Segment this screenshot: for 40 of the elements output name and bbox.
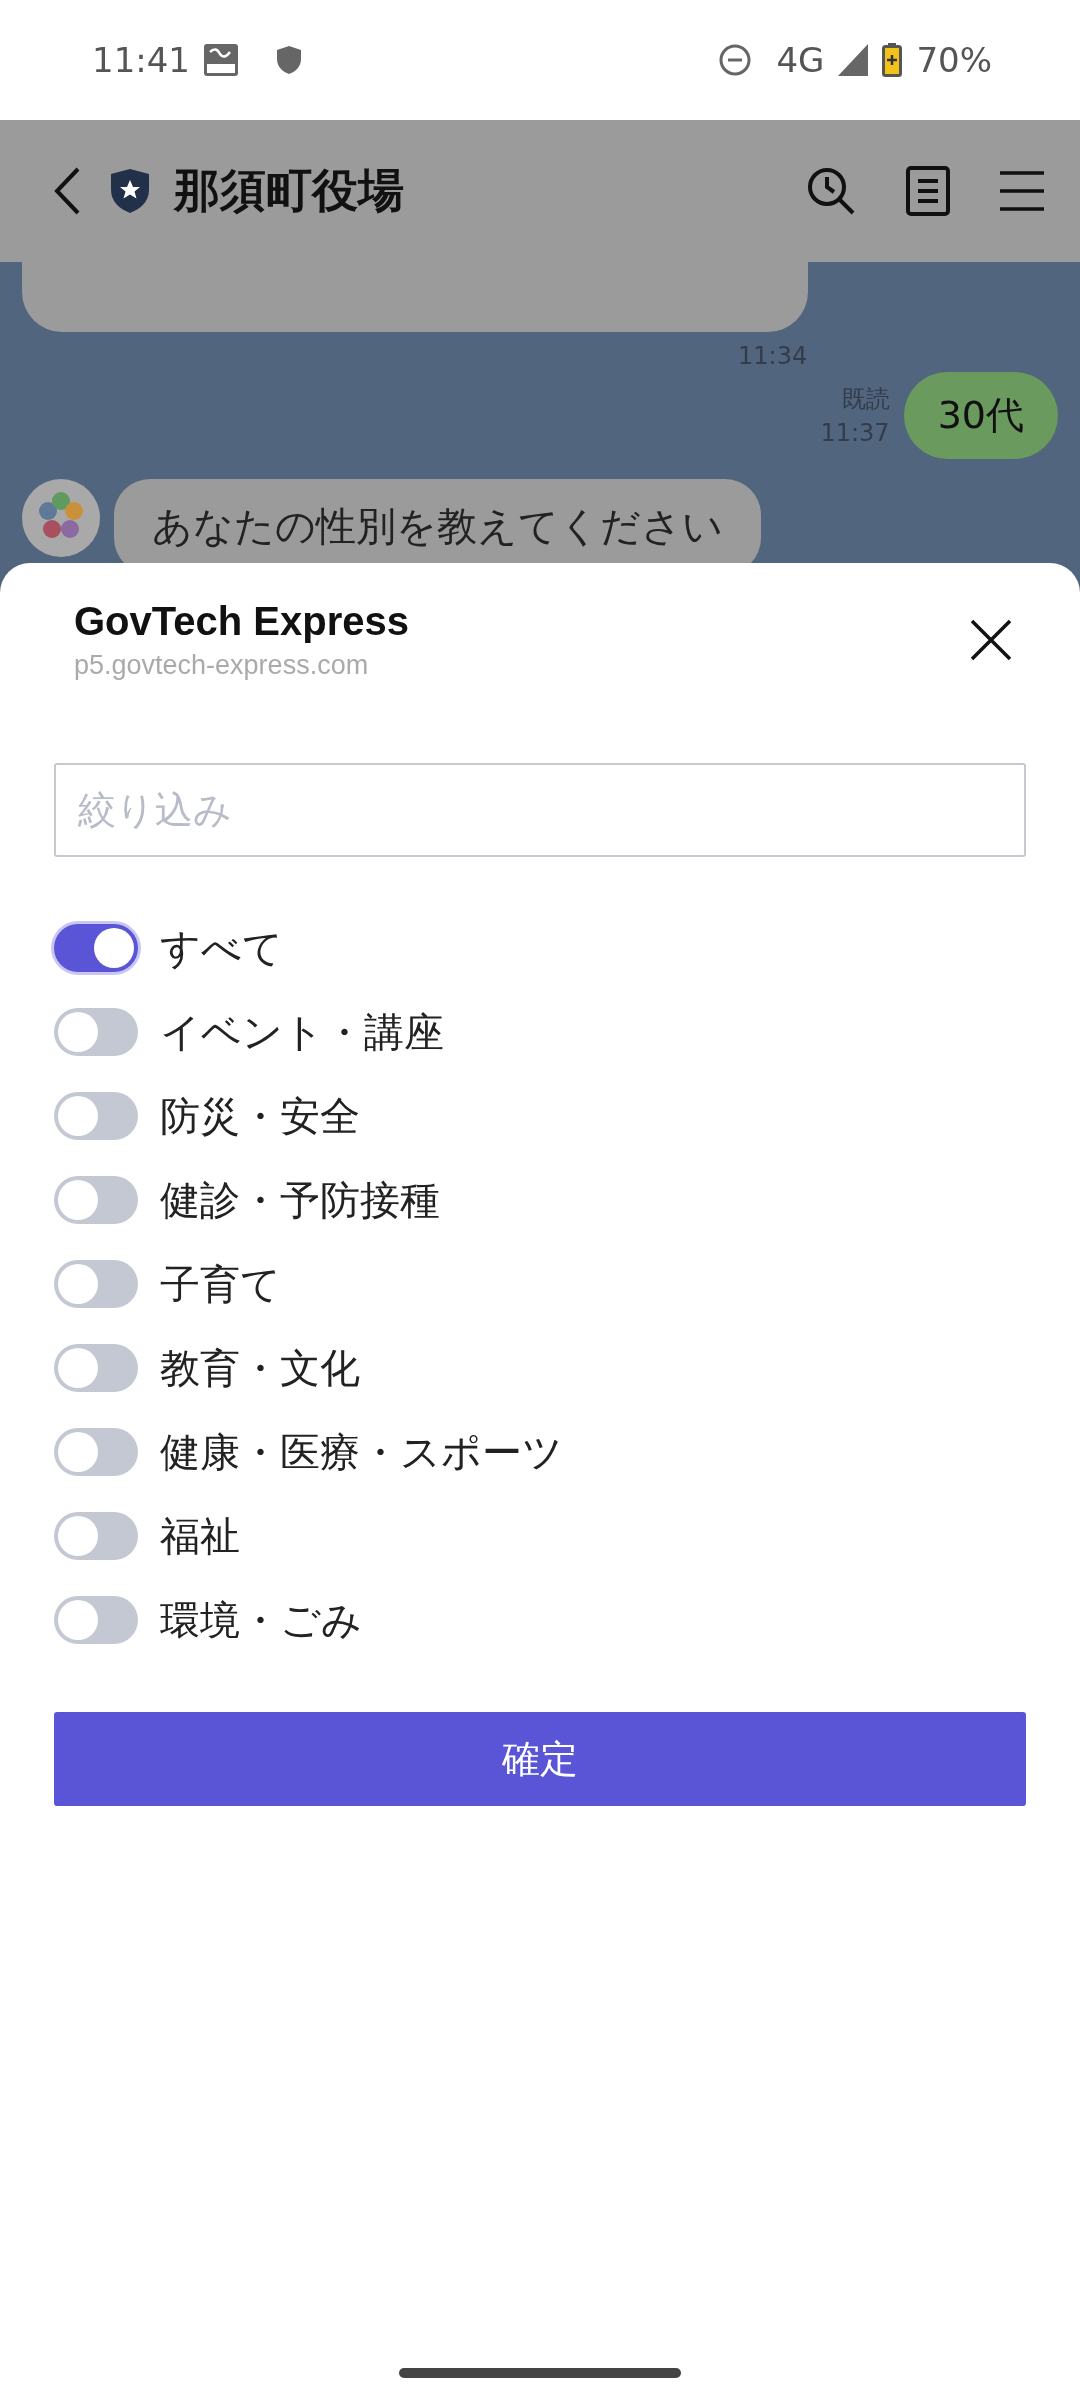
status-time: 11:41	[92, 40, 190, 80]
message-bubble: 30代	[903, 372, 1058, 459]
toggle-switch[interactable]	[54, 924, 138, 972]
shield-star-icon	[110, 168, 150, 214]
history-search-icon[interactable]	[806, 166, 856, 216]
option-label: 健康・医療・スポーツ	[160, 1427, 563, 1477]
option-label: 環境・ごみ	[160, 1595, 362, 1645]
toggle-switch[interactable]	[54, 1344, 138, 1392]
toggle-switch[interactable]	[54, 1512, 138, 1560]
option-label: 防災・安全	[160, 1091, 360, 1141]
option-label: すべて	[160, 923, 283, 973]
payment-app-icon	[204, 44, 238, 76]
battery-icon	[882, 43, 903, 77]
toggle-switch[interactable]	[54, 1008, 138, 1056]
battery-percent: 70%	[916, 40, 992, 80]
option-label: 教育・文化	[160, 1343, 360, 1393]
do-not-disturb-icon	[718, 43, 753, 77]
filter-field[interactable]: 絞り込み	[54, 763, 1026, 857]
close-icon[interactable]	[970, 619, 1012, 661]
toggle-switch[interactable]	[54, 1092, 138, 1140]
site-url: p5.govtech-express.com	[74, 650, 370, 681]
menu-icon[interactable]	[1000, 171, 1044, 211]
sheet-title: GovTech Express	[74, 599, 409, 644]
avatar-icon	[22, 479, 100, 557]
chat-title: 那須町役場	[174, 162, 404, 219]
message-bubble: あなたの性別を教えてください	[114, 479, 761, 563]
back-icon[interactable]	[54, 167, 80, 215]
shield-icon	[276, 45, 302, 75]
option-label: 子育て	[160, 1259, 281, 1309]
toggle-switch[interactable]	[54, 1596, 138, 1644]
option-label: 福祉	[160, 1511, 240, 1561]
confirm-button[interactable]: 確定	[54, 1712, 1026, 1806]
toggle-switch[interactable]	[54, 1176, 138, 1224]
network-type: 4G	[776, 40, 825, 80]
signal-icon	[838, 44, 869, 76]
toggle-switch[interactable]	[54, 1260, 138, 1308]
option-label: イベント・講座	[160, 1007, 444, 1057]
notes-icon[interactable]	[906, 166, 950, 216]
toggle-switch[interactable]	[54, 1428, 138, 1476]
option-label: 健診・予防接種	[160, 1175, 440, 1225]
